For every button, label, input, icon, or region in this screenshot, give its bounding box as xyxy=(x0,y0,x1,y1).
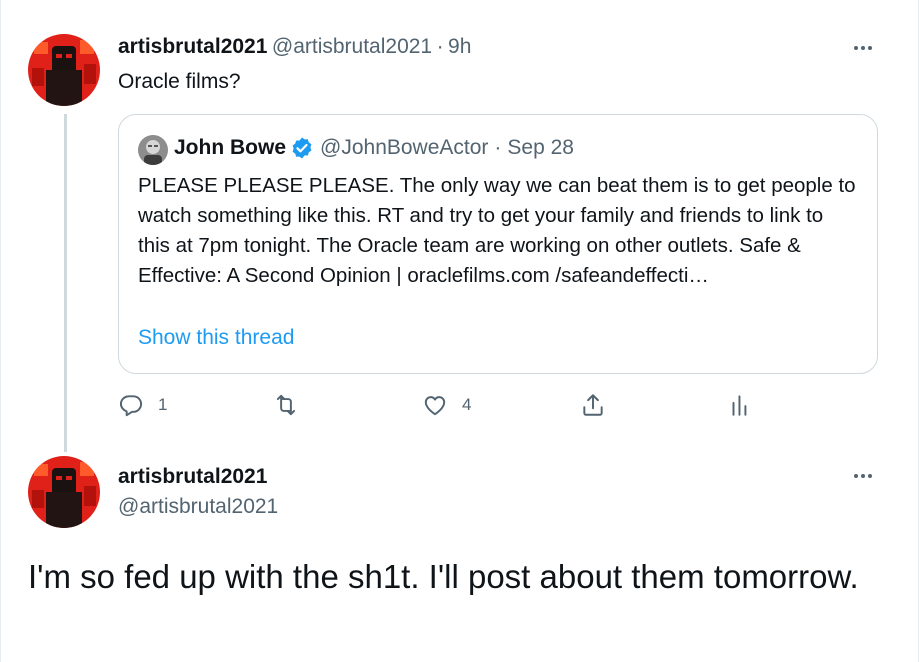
tweet-text: Oracle films? xyxy=(118,70,241,93)
display-name[interactable]: artisbrutal2021 xyxy=(118,35,267,58)
like-count: 4 xyxy=(462,395,472,414)
handle[interactable]: @artisbrutal2021 xyxy=(272,35,432,58)
share-button[interactable] xyxy=(580,392,606,418)
reply-tweet-header: artisbrutal2021 @artisbrutal2021 · 9h xyxy=(118,35,471,59)
show-thread-link[interactable]: Show this thread xyxy=(138,326,294,350)
display-name[interactable]: artisbrutal2021 xyxy=(118,465,267,489)
heart-icon xyxy=(424,396,446,416)
avatar[interactable] xyxy=(28,456,100,528)
quoted-tweet-text: PLEASE PLEASE PLEASE. The only way we ca… xyxy=(138,174,856,287)
more-horizontal-icon[interactable] xyxy=(848,466,878,486)
analytics-icon xyxy=(732,395,747,416)
reply-icon xyxy=(119,395,143,417)
quoted-display-name[interactable]: John Bowe xyxy=(174,136,286,160)
reply-count: 1 xyxy=(158,395,168,414)
main-tweet-text: I'm so fed up with the sh1t. I'll post a… xyxy=(28,558,859,595)
separator: · xyxy=(436,35,444,58)
reply-button[interactable]: 1 xyxy=(118,392,167,418)
quoted-date[interactable]: Sep 28 xyxy=(507,136,574,160)
handle[interactable]: @artisbrutal2021 xyxy=(118,495,278,519)
retweet-icon xyxy=(276,394,296,416)
like-button[interactable]: 4 xyxy=(422,392,471,418)
more-horizontal-icon[interactable] xyxy=(848,38,878,58)
quoted-avatar-image xyxy=(138,135,168,165)
avatar-image xyxy=(28,456,100,528)
retweet-button[interactable] xyxy=(273,392,313,418)
quoted-tweet-card[interactable]: John Bowe @JohnBoweActor · Sep 28 PLEASE… xyxy=(118,114,878,374)
timestamp[interactable]: 9h xyxy=(448,35,471,58)
separator: · xyxy=(494,136,502,159)
avatar-image xyxy=(28,34,100,106)
avatar[interactable] xyxy=(28,34,100,106)
quoted-handle[interactable]: @JohnBoweActor xyxy=(320,136,488,160)
thread-line xyxy=(64,114,67,452)
share-icon xyxy=(583,394,603,416)
analytics-button[interactable] xyxy=(727,392,753,418)
quoted-avatar[interactable] xyxy=(138,135,168,165)
quoted-tweet-header: John Bowe @JohnBoweActor · Sep 28 xyxy=(174,136,574,160)
tweet-actions: 1 4 xyxy=(118,392,758,424)
verified-badge-icon xyxy=(290,136,314,160)
